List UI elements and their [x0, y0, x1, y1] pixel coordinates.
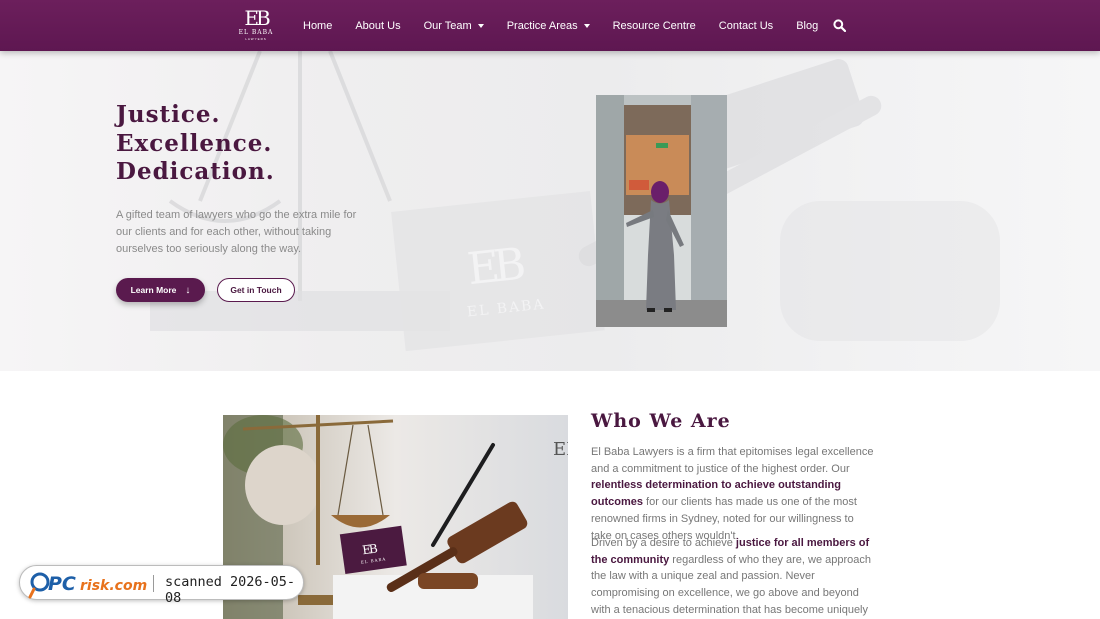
nav-label: Contact Us — [718, 19, 774, 32]
who-we-are-heading: Who We Are — [591, 410, 731, 432]
nav-item-blog[interactable]: Blog — [796, 20, 818, 32]
site-logo[interactable]: EB EL BABA LAWYERS — [236, 7, 276, 45]
scan-date-label: scanned 2026-05-08 — [165, 574, 296, 606]
nav-label: About Us — [355, 19, 401, 32]
who-we-are-paragraph-1: El Baba Lawyers is a firm that epitomise… — [591, 444, 874, 544]
paragraph-text: El Baba Lawyers is a firm that epitomise… — [591, 446, 874, 475]
logo-monogram: EB — [244, 6, 270, 30]
nav-label: Blog — [796, 19, 819, 32]
nav-item-home[interactable]: Home — [303, 20, 332, 32]
logo-subtitle: LAWYERS — [245, 37, 267, 41]
nav-label: Resource Centre — [612, 19, 696, 32]
search-icon[interactable] — [833, 19, 846, 32]
learn-more-label: Learn More — [130, 285, 177, 295]
nav-item-about-us[interactable]: About Us — [355, 20, 400, 32]
hero-heading-line: Dedication. — [116, 158, 275, 185]
watermark-divider — [153, 575, 154, 592]
pcrisk-logo-risk: risk.com — [80, 578, 147, 594]
hero-section: EB EL BABA Justice. Excellence. Dedicati… — [0, 51, 1100, 371]
nav-label: Our Team — [423, 19, 472, 32]
nav-item-contact-us[interactable]: Contact Us — [719, 20, 773, 32]
nav-label: Home — [303, 19, 333, 32]
caret-down-icon — [583, 23, 590, 28]
main-menu: Home About Us Our Team Practice Areas Re… — [303, 0, 841, 51]
nav-item-practice-areas[interactable]: Practice Areas — [507, 20, 590, 32]
hero-heading: Justice. Excellence. Dedication. — [116, 101, 275, 187]
who-we-are-paragraph-2: Driven by a desire to achieve justice fo… — [591, 535, 874, 619]
pcrisk-logo-pc: PC — [48, 573, 76, 595]
arrow-down-icon: ↓ — [185, 284, 191, 296]
nav-item-resource-centre[interactable]: Resource Centre — [613, 20, 696, 32]
pcrisk-logo: PC risk.com — [28, 572, 147, 599]
learn-more-button[interactable]: Learn More ↓ — [116, 278, 205, 302]
caret-down-icon — [477, 23, 484, 28]
hero-description: A gifted team of lawyers who go the extr… — [116, 209, 357, 255]
get-in-touch-button[interactable]: Get in Touch — [217, 278, 295, 302]
svg-text:EB: EB — [465, 239, 526, 296]
paragraph-text: Driven by a desire to achieve — [591, 537, 736, 549]
hero-heading-line: Excellence. — [116, 129, 273, 157]
logo-wordmark: EL BABA — [238, 29, 274, 36]
nav-item-our-team[interactable]: Our Team — [424, 20, 484, 32]
get-in-touch-label: Get in Touch — [230, 285, 282, 295]
lawyer-portrait-photo — [596, 95, 727, 327]
top-navigation: EB EL BABA LAWYERS Home About Us Our Tea… — [0, 0, 1100, 51]
nav-label: Practice Areas — [506, 19, 578, 32]
svg-text:EL: EL — [553, 439, 568, 460]
pcrisk-scan-watermark: PC risk.com scanned 2026-05-08 — [19, 565, 304, 606]
hero-heading-line: Justice. — [116, 101, 221, 128]
